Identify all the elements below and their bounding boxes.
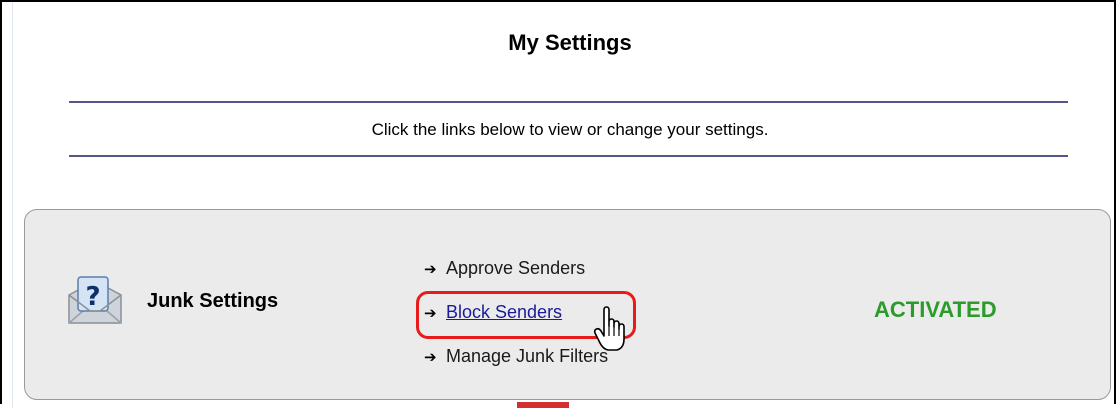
top-divider (69, 101, 1068, 103)
envelope-question-icon: ? (68, 276, 122, 324)
status-badge: ACTIVATED (874, 297, 997, 322)
hand-cursor-icon (593, 306, 625, 351)
left-border (12, 2, 13, 408)
page-subtitle: Click the links below to view or change … (371, 120, 769, 139)
junk-settings-label: Junk Settings (147, 290, 279, 312)
manage-junk-filters-link[interactable]: ➔ Manage Junk Filters (424, 346, 608, 367)
svg-text:?: ? (85, 282, 100, 312)
arrow-right-icon: ➔ (424, 259, 437, 278)
link-label[interactable]: Manage Junk Filters (446, 346, 608, 367)
approve-senders-link[interactable]: ➔ Approve Senders (424, 258, 585, 279)
bottom-marker (517, 402, 569, 408)
page-title: My Settings (508, 30, 632, 55)
link-label[interactable]: Approve Senders (446, 258, 585, 279)
arrow-right-icon: ➔ (424, 347, 437, 366)
bottom-divider (69, 155, 1068, 157)
